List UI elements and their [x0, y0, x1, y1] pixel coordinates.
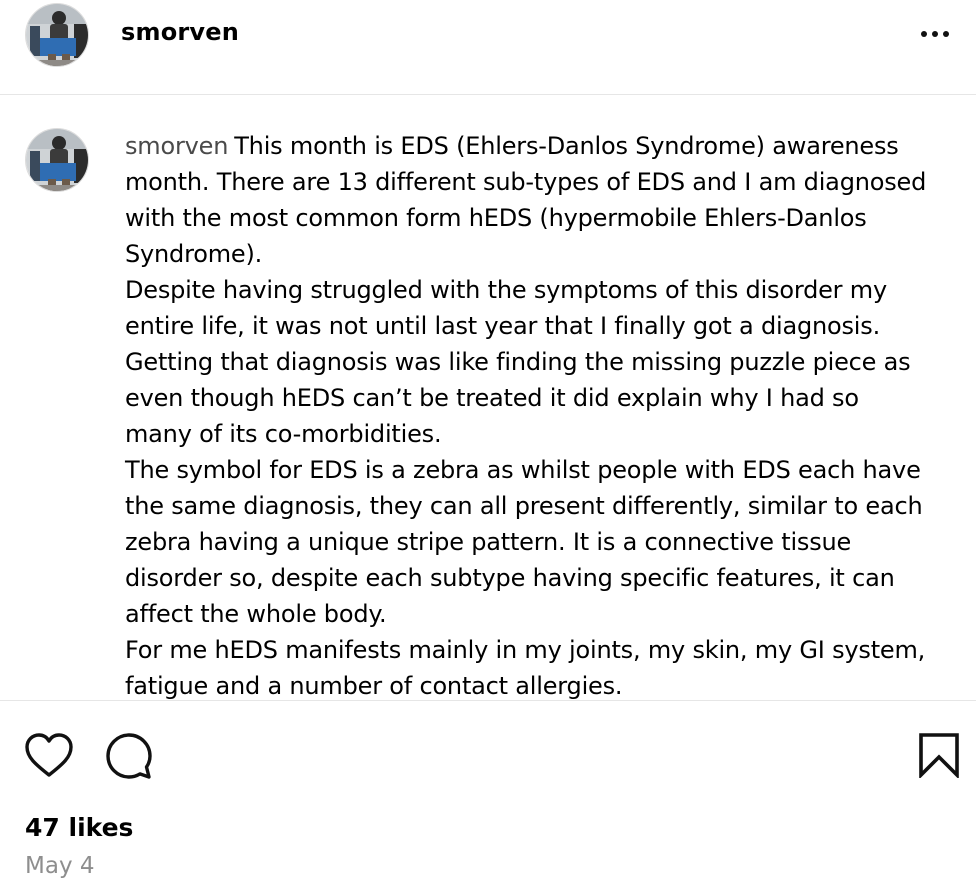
- more-dot: [932, 31, 938, 37]
- heart-outline-icon: [25, 733, 73, 777]
- post-header: smorven: [0, 0, 976, 95]
- comment-bubble-icon: [106, 733, 152, 779]
- caption-section: smorven This month is EDS (Ehlers-Danlos …: [0, 96, 976, 700]
- post-date[interactable]: May 4: [25, 853, 95, 879]
- post-actions: 47 likes May 4: [0, 700, 976, 896]
- avatar-image: [26, 129, 88, 191]
- more-horizontal-icon: [921, 31, 927, 37]
- profile-avatar[interactable]: [25, 3, 89, 67]
- caption-username[interactable]: smorven: [125, 132, 228, 160]
- save-button[interactable]: [918, 732, 960, 780]
- like-button[interactable]: [25, 733, 73, 779]
- post-username[interactable]: smorven: [121, 18, 239, 46]
- bookmark-outline-icon: [919, 733, 959, 780]
- more-dot: [943, 31, 949, 37]
- more-options-button[interactable]: [912, 14, 958, 54]
- comment-button[interactable]: [105, 732, 153, 780]
- caption-avatar[interactable]: [25, 128, 89, 192]
- likes-count[interactable]: 47 likes: [25, 813, 133, 842]
- caption-text: smorven This month is EDS (Ehlers-Danlos …: [125, 128, 930, 700]
- avatar-image: [26, 4, 88, 66]
- caption-body: This month is EDS (Ehlers-Danlos Syndrom…: [125, 132, 927, 700]
